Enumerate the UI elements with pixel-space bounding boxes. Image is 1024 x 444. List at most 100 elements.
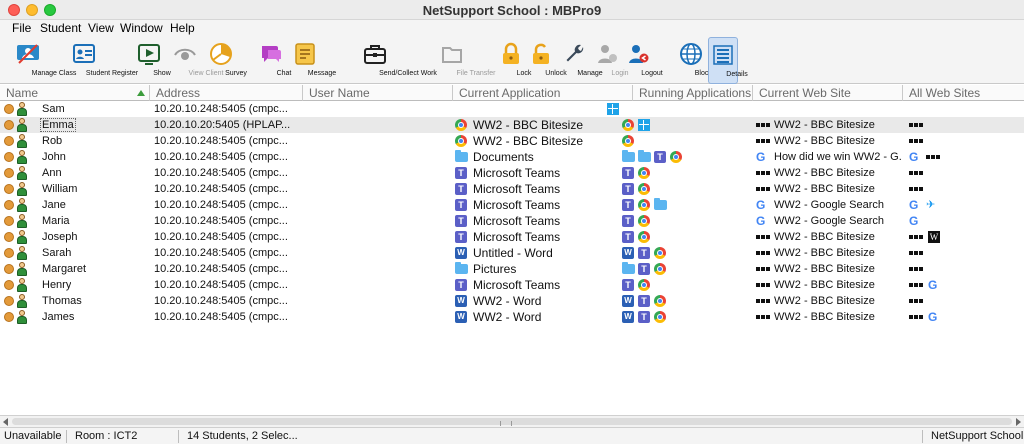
chrome-icon <box>622 135 634 147</box>
table-row[interactable]: Ann 10.20.10.248:5405 (cmpc... Microsoft T… <box>0 165 1024 181</box>
student-list: Sam 10.20.10.248:5405 (cmpc... Emma 10.20.1… <box>0 101 1024 415</box>
menu-file[interactable]: File <box>12 21 31 35</box>
details-view-label: Details <box>726 71 748 78</box>
teams-icon <box>622 279 634 291</box>
table-row[interactable]: Thomas 10.20.10.248:5405 (cmpc... WW2 - Wo… <box>0 293 1024 309</box>
word-icon <box>622 295 634 307</box>
google-icon: G <box>909 214 919 228</box>
table-row[interactable]: Jane 10.20.10.248:5405 (cmpc... Microsoft … <box>0 197 1024 213</box>
teams-icon <box>638 263 650 275</box>
horizontal-scrollbar[interactable] <box>0 415 1024 427</box>
scrollbar-thumb[interactable] <box>12 418 1012 426</box>
current-web-site: How did we win WW2 - G... <box>774 151 902 163</box>
menu-bar: File Student View Window Help <box>0 20 1024 37</box>
menu-help[interactable]: Help <box>170 21 195 35</box>
logout-button[interactable]: Logout <box>624 37 663 84</box>
scroll-right-icon[interactable] <box>1016 418 1021 426</box>
menu-student[interactable]: Student <box>40 21 81 35</box>
table-row[interactable]: Joseph 10.20.10.248:5405 (cmpc... Microsof… <box>0 229 1024 245</box>
bbc-icon <box>756 283 772 287</box>
bbc-icon <box>909 235 925 239</box>
details-view-button[interactable]: Details <box>708 37 748 84</box>
student-address: 10.20.10.248:5405 (cmpc... <box>154 247 288 259</box>
bbc-icon <box>756 315 772 319</box>
student-address: 10.20.10.248:5405 (cmpc... <box>154 215 288 227</box>
current-web-site: WW2 - BBC Bitesize <box>774 135 875 147</box>
table-row[interactable]: Emma 10.20.10.20:5405 (HPLAP... WW2 - BBC … <box>0 117 1024 133</box>
student-name: Maria <box>42 215 70 227</box>
student-name: William <box>42 183 78 195</box>
student-address: 10.20.10.20:5405 (HPLAP... <box>154 119 291 131</box>
column-header-current-application[interactable]: Current Application <box>453 85 633 101</box>
menu-view[interactable]: View <box>88 21 114 35</box>
current-application: Microsoft Teams <box>473 214 561 228</box>
status-dot-icon <box>4 120 14 130</box>
student-icon <box>16 198 28 212</box>
current-web-site: WW2 - BBC Bitesize <box>774 183 875 195</box>
table-row[interactable]: James 10.20.10.248:5405 (cmpc... WW2 - Wor… <box>0 309 1024 325</box>
block-all-button[interactable]: Block All <box>674 37 721 84</box>
view-client-button[interactable]: View Client <box>164 37 223 84</box>
scroll-left-icon[interactable] <box>3 418 8 426</box>
send-collect-work-button[interactable]: Send/Collect Work <box>342 37 437 84</box>
teams-icon <box>622 183 634 195</box>
survey-button[interactable]: Survey <box>206 37 247 84</box>
current-application: Microsoft Teams <box>473 278 561 292</box>
table-row[interactable]: Maria 10.20.10.248:5405 (cmpc... Microsoft… <box>0 213 1024 229</box>
column-header-user-name[interactable]: User Name <box>303 85 453 101</box>
teams-icon <box>455 167 467 179</box>
student-register-label: Student Register <box>85 70 139 77</box>
google-icon: G <box>756 214 766 228</box>
chat-button[interactable]: Chat <box>258 37 291 84</box>
student-icon <box>16 246 28 260</box>
lock-button[interactable]: Lock <box>498 37 531 84</box>
column-header-running-applications[interactable]: Running Applications <box>633 85 753 101</box>
teams-icon <box>638 247 650 259</box>
column-header-all-web-sites[interactable]: All Web Sites <box>903 85 1024 101</box>
status-dot-icon <box>4 280 14 290</box>
student-icon <box>16 262 28 276</box>
column-header-name-label: Name <box>6 86 39 100</box>
table-row[interactable]: William 10.20.10.248:5405 (cmpc... Microso… <box>0 181 1024 197</box>
student-name: Henry <box>42 279 72 291</box>
status-bar: Unavailable Room : ICT2 14 Students, 2 S… <box>0 427 1024 444</box>
sort-ascending-icon <box>137 90 145 96</box>
teams-icon <box>455 215 467 227</box>
login-button[interactable]: Login <box>594 37 629 84</box>
manage-button[interactable]: Manage <box>560 37 603 84</box>
table-row[interactable]: John 10.20.10.248:5405 (cmpc... Documents G… <box>0 149 1024 165</box>
bbc-icon <box>756 267 772 271</box>
chrome-icon <box>670 151 682 163</box>
unlock-button[interactable]: Unlock <box>526 37 567 84</box>
student-name: Joseph <box>42 231 78 243</box>
student-register-button[interactable]: Student Register <box>56 37 138 84</box>
column-header-name[interactable]: Name <box>0 85 150 101</box>
student-address: 10.20.10.248:5405 (cmpc... <box>154 263 288 275</box>
chrome-icon <box>638 183 650 195</box>
table-row[interactable]: Rob 10.20.10.248:5405 (cmpc... WW2 - BBC B… <box>0 133 1024 149</box>
message-button[interactable]: Message <box>288 37 336 84</box>
status-dot-icon <box>4 216 14 226</box>
student-icon <box>16 118 28 132</box>
chrome-icon <box>622 119 634 131</box>
teams-icon <box>654 151 666 163</box>
table-row[interactable]: Sam 10.20.10.248:5405 (cmpc... <box>0 101 1024 117</box>
student-name: Emma <box>42 119 74 131</box>
table-row[interactable]: Margaret 10.20.10.248:5405 (cmpc... Pictur… <box>0 261 1024 277</box>
google-icon: G <box>909 150 919 164</box>
current-web-site: WW2 - BBC Bitesize <box>774 231 875 243</box>
table-row[interactable]: Sarah 10.20.10.248:5405 (cmpc... Untitled … <box>0 245 1024 261</box>
manage-class-button[interactable]: Manage Class <box>2 37 76 84</box>
current-application: WW2 - BBC Bitesize <box>473 134 584 148</box>
window-title: NetSupport School : MBPro9 <box>422 3 602 18</box>
file-transfer-button[interactable]: File Transfer <box>428 37 495 84</box>
survey-icon <box>210 43 232 65</box>
chrome-icon <box>638 279 650 291</box>
chrome-icon <box>654 263 666 275</box>
column-header-address[interactable]: Address <box>150 85 303 101</box>
show-button[interactable]: Show <box>136 37 171 84</box>
table-row[interactable]: Henry 10.20.10.248:5405 (cmpc... Microsoft… <box>0 277 1024 293</box>
column-header-current-web-site[interactable]: Current Web Site <box>753 85 903 101</box>
google-icon: G <box>909 198 919 212</box>
menu-window[interactable]: Window <box>120 21 163 35</box>
